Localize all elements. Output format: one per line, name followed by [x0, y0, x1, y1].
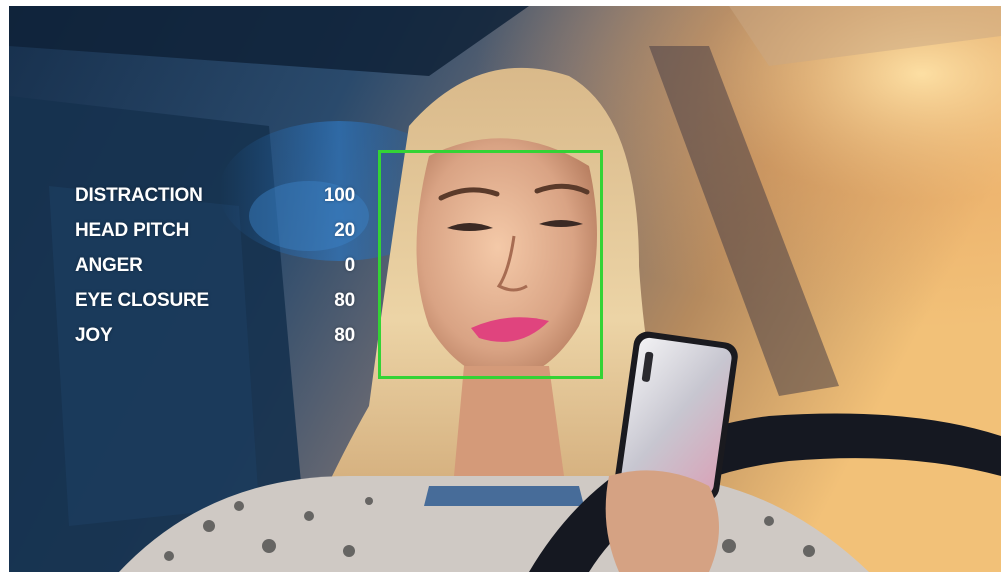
camera-view: DISTRACTION 100 HEAD PITCH 20 ANGER 0 EY…: [9, 6, 1001, 572]
metrics-panel: DISTRACTION 100 HEAD PITCH 20 ANGER 0 EY…: [75, 178, 355, 353]
metric-label: ANGER: [75, 255, 143, 276]
metric-row-eye-closure: EYE CLOSURE 80: [75, 283, 355, 318]
metric-row-distraction: DISTRACTION 100: [75, 178, 355, 213]
metric-label: DISTRACTION: [75, 185, 203, 206]
metric-value: 0: [344, 255, 356, 276]
metric-label: JOY: [75, 325, 113, 346]
metric-value: 80: [334, 325, 355, 346]
metric-row-anger: ANGER 0: [75, 248, 355, 283]
face-detection-box: [378, 150, 603, 379]
metric-value: 20: [334, 220, 355, 241]
metric-row-head-pitch: HEAD PITCH 20: [75, 213, 355, 248]
metric-row-joy: JOY 80: [75, 318, 355, 353]
metric-label: HEAD PITCH: [75, 220, 190, 241]
metric-value: 80: [334, 290, 355, 311]
metric-value: 100: [323, 185, 355, 206]
metric-label: EYE CLOSURE: [75, 290, 209, 311]
